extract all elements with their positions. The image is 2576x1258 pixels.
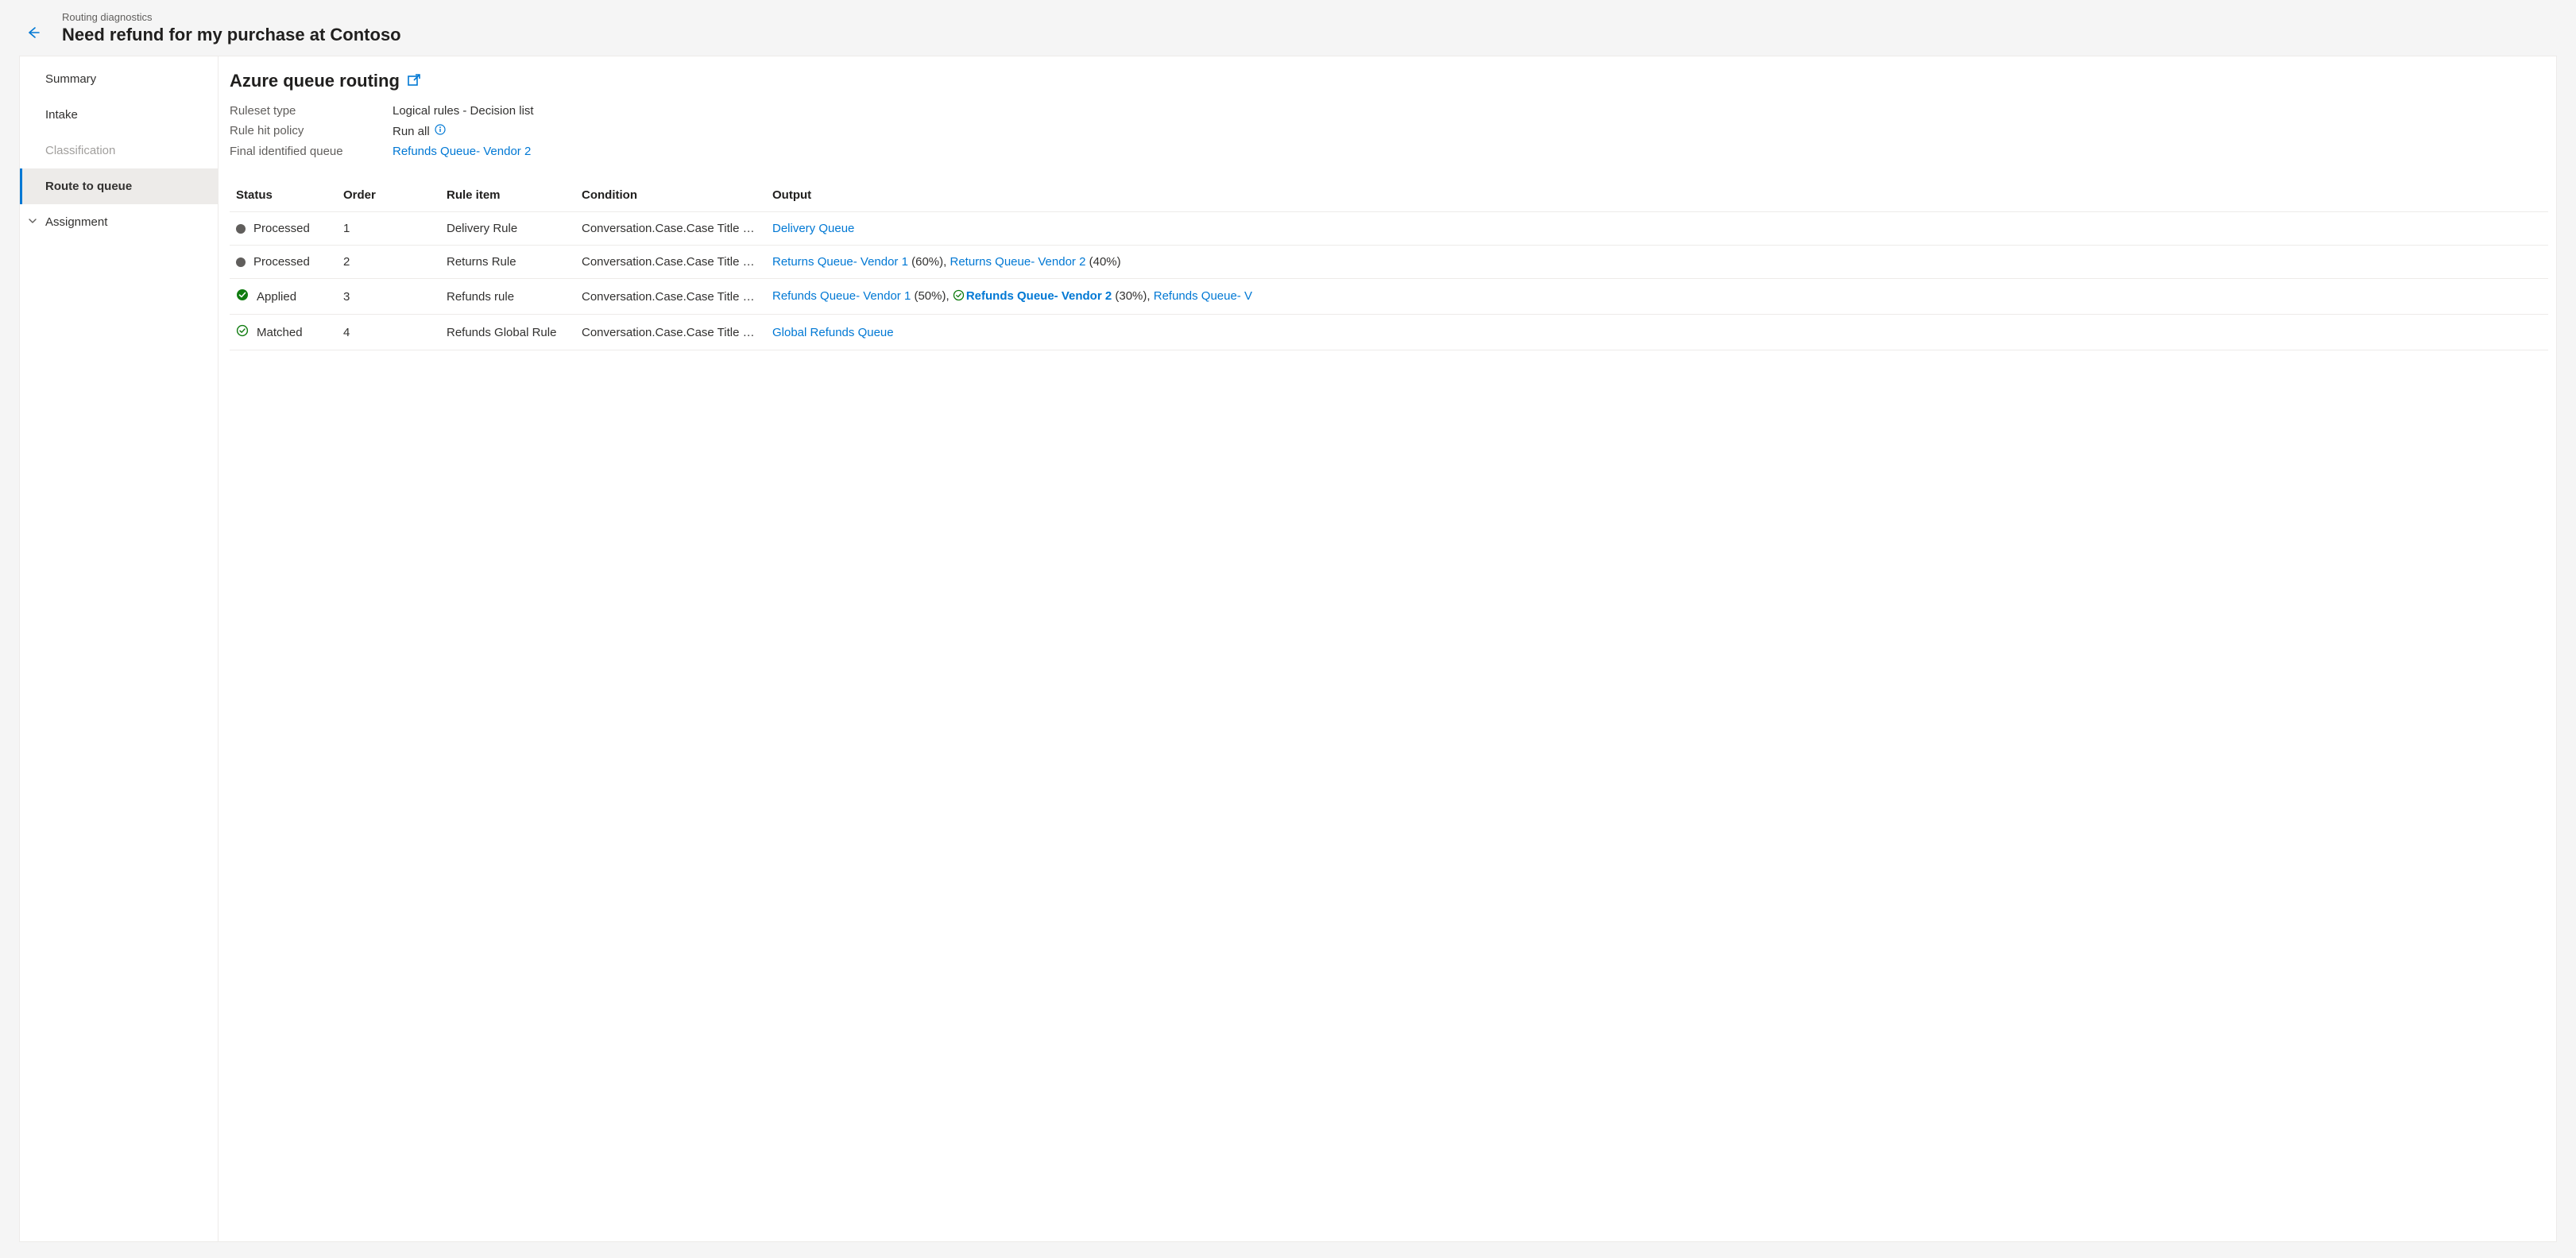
checkmark-circle-filled-icon (236, 288, 249, 304)
output-queue-link[interactable]: Returns Queue- Vendor 2 (950, 255, 1085, 269)
col-header-status[interactable]: Status (230, 180, 337, 212)
sidebar-item-label: Route to queue (45, 180, 132, 193)
rule-item-cell: Refunds Global Rule (440, 315, 575, 350)
sidebar-item-label: Assignment (45, 215, 107, 229)
arrow-left-icon (25, 25, 41, 43)
status-text: Processed (253, 255, 310, 269)
output-cell: Delivery Queue (766, 212, 2548, 246)
order-cell: 1 (337, 212, 440, 246)
processed-icon (236, 257, 246, 267)
sidebar-item-label: Classification (45, 144, 115, 157)
table-row[interactable]: Processed 1Delivery RuleConversation.Case… (230, 212, 2548, 246)
processed-icon (236, 224, 246, 234)
back-button[interactable] (19, 19, 48, 48)
order-cell: 2 (337, 246, 440, 279)
condition-cell: Conversation.Case.Case Title c… (575, 246, 766, 279)
output-pct: (40%) (1085, 255, 1120, 269)
table-row[interactable]: Applied 3Refunds ruleConversation.Case.Ca… (230, 279, 2548, 315)
col-header-condition[interactable]: Condition (575, 180, 766, 212)
meta-label-ruleset-type: Ruleset type (230, 104, 393, 118)
output-queue-link[interactable]: Refunds Queue- V (1154, 289, 1252, 303)
order-cell: 3 (337, 279, 440, 315)
main-panel: Azure queue routing Ruleset type Logical… (219, 56, 2556, 1241)
condition-cell: Conversation.Case.Case Title c… (575, 212, 766, 246)
sidebar: Summary Intake Classification Route to queu… (20, 56, 219, 1241)
panel-title: Azure queue routing (230, 71, 400, 91)
output-queue-link[interactable]: Returns Queue- Vendor 1 (772, 255, 908, 269)
rule-item-cell: Refunds rule (440, 279, 575, 315)
table-row[interactable]: Matched 4Refunds Global RuleConversation.… (230, 315, 2548, 350)
info-icon[interactable] (435, 124, 446, 138)
output-pct: (50%) (911, 289, 946, 303)
sidebar-item-route-to-queue[interactable]: Route to queue (20, 168, 218, 204)
sidebar-item-classification: Classification (20, 133, 218, 168)
condition-cell: Conversation.Case.Case Title c… (575, 315, 766, 350)
sidebar-item-intake[interactable]: Intake (20, 97, 218, 133)
table-row[interactable]: Processed 2Returns RuleConversation.Case.… (230, 246, 2548, 279)
output-cell: Refunds Queue- Vendor 1 (50%), Refunds Q… (766, 279, 2548, 315)
meta-label-rule-hit-policy: Rule hit policy (230, 124, 393, 138)
status-text: Processed (253, 222, 310, 235)
status-text: Applied (257, 290, 296, 304)
col-header-rule-item[interactable]: Rule item (440, 180, 575, 212)
popout-icon[interactable] (406, 72, 422, 91)
chevron-down-icon (28, 215, 37, 229)
meta-value-rule-hit-policy: Run all (393, 125, 430, 138)
output-queue-link[interactable]: Refunds Queue- Vendor 1 (772, 289, 911, 303)
output-cell: Global Refunds Queue (766, 315, 2548, 350)
sidebar-item-assignment[interactable]: Assignment (20, 204, 218, 240)
breadcrumb: Routing diagnostics (62, 11, 401, 23)
meta-value-ruleset-type: Logical rules - Decision list (393, 104, 534, 118)
sidebar-item-label: Summary (45, 72, 96, 86)
output-pct: (30%) (1112, 289, 1147, 303)
sidebar-item-summary[interactable]: Summary (20, 61, 218, 97)
output-pct: (60%) (908, 255, 943, 269)
output-queue-link[interactable]: Refunds Queue- Vendor 2 (966, 289, 1112, 303)
page-title: Need refund for my purchase at Contoso (62, 25, 401, 45)
checkmark-circle-outline-icon (953, 291, 965, 304)
page-header: Routing diagnostics Need refund for my p… (0, 0, 2576, 56)
output-queue-link[interactable]: Global Refunds Queue (772, 326, 894, 339)
rules-table: Status Order Rule item Condition Output … (230, 180, 2548, 350)
final-queue-link[interactable]: Refunds Queue- Vendor 2 (393, 145, 531, 158)
sidebar-item-label: Intake (45, 108, 78, 122)
checkmark-circle-outline-icon (236, 324, 249, 340)
meta-label-final-queue: Final identified queue (230, 145, 393, 158)
output-queue-link[interactable]: Delivery Queue (772, 222, 854, 235)
rule-item-cell: Delivery Rule (440, 212, 575, 246)
rule-item-cell: Returns Rule (440, 246, 575, 279)
col-header-order[interactable]: Order (337, 180, 440, 212)
condition-cell: Conversation.Case.Case Title c… (575, 279, 766, 315)
status-text: Matched (257, 326, 303, 339)
order-cell: 4 (337, 315, 440, 350)
output-cell: Returns Queue- Vendor 1 (60%), Returns Q… (766, 246, 2548, 279)
col-header-output[interactable]: Output (766, 180, 2548, 212)
